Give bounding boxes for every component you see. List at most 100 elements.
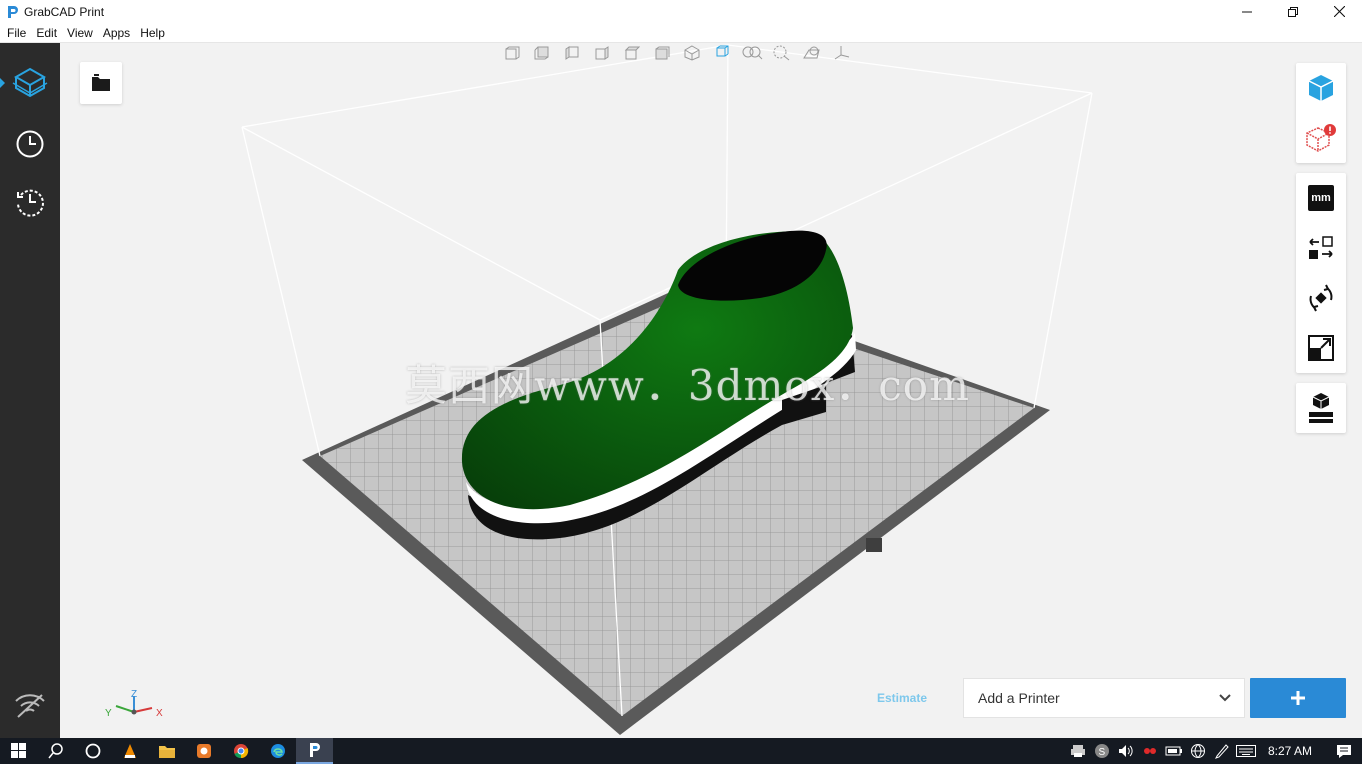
search-button[interactable] (37, 738, 74, 764)
battery-icon (1165, 746, 1182, 756)
keyboard-icon (1235, 745, 1256, 757)
zoom-selection-button[interactable] (767, 43, 797, 63)
close-icon (1333, 6, 1345, 17)
view-top-button[interactable] (617, 43, 647, 63)
view-front-button[interactable] (497, 43, 527, 63)
skype-icon: S (1094, 744, 1109, 758)
taskbar-app-orange[interactable] (185, 738, 222, 764)
edge-icon (270, 744, 285, 758)
chrome-icon (233, 744, 248, 759)
transform-panel: mm (1296, 173, 1346, 373)
sidebar-item-history[interactable] (0, 178, 60, 226)
printer-settings-panel (1296, 383, 1346, 433)
restore-button[interactable] (1270, 0, 1316, 23)
view-back-icon (534, 46, 549, 60)
app-orange-icon (196, 744, 211, 758)
window-title: GrabCAD Print (24, 4, 105, 19)
notification-icon (1337, 745, 1351, 758)
view-left-icon (565, 46, 579, 60)
model-view-cube-icon (1308, 75, 1334, 101)
printer-tray-icon (1070, 745, 1085, 757)
taskbar-chrome[interactable] (222, 738, 259, 764)
view-bottom-button[interactable] (647, 43, 677, 63)
plus-icon (1291, 691, 1305, 705)
view-perspective-icon (716, 45, 729, 57)
rotate-button[interactable] (1296, 273, 1346, 323)
view-left-button[interactable] (557, 43, 587, 63)
view-perspective-button[interactable] (707, 43, 737, 63)
vlc-icon (123, 744, 136, 758)
zoom-fit-button[interactable] (737, 43, 767, 63)
taskbar-edge[interactable] (259, 738, 296, 764)
rotate-icon (1309, 284, 1333, 312)
tray-network[interactable] (1186, 738, 1210, 764)
sidebar-item-network[interactable] (0, 681, 60, 729)
axis-button[interactable] (827, 43, 857, 63)
model-panel (1296, 63, 1346, 163)
action-center-button[interactable] (1326, 738, 1362, 764)
printer-settings-button[interactable] (1296, 383, 1346, 433)
view-right-icon (595, 46, 609, 60)
file-explorer-icon (158, 746, 175, 758)
left-sidebar (0, 43, 60, 738)
add-button[interactable] (1250, 678, 1346, 718)
tray-keyboard[interactable] (1234, 738, 1258, 764)
scale-icon (1308, 335, 1334, 361)
units-label: mm (1311, 192, 1331, 204)
cortana-button[interactable] (74, 738, 111, 764)
taskbar-vlc[interactable] (111, 738, 148, 764)
axis-icon (834, 46, 850, 60)
move-button[interactable] (1296, 223, 1346, 273)
scale-button[interactable] (1296, 323, 1346, 373)
menu-edit[interactable]: Edit (31, 26, 62, 40)
network-icon (1190, 744, 1205, 758)
open-file-button[interactable] (80, 62, 122, 104)
close-button[interactable] (1316, 0, 1362, 23)
sidebar-item-prepare[interactable] (0, 59, 60, 107)
view-top-icon (624, 46, 640, 60)
start-button[interactable] (0, 738, 37, 764)
tray-app-red[interactable] (1138, 738, 1162, 764)
shadow-button[interactable] (797, 43, 827, 63)
view-front-icon (505, 46, 520, 60)
grabcad-logo-icon (8, 5, 18, 18)
estimate-link[interactable]: Estimate (877, 691, 927, 705)
folder-icon (92, 74, 110, 91)
minimize-button[interactable] (1224, 0, 1270, 23)
watermark-text: 莫西网www．3dmox．com (405, 361, 970, 410)
wifi-off-icon (15, 694, 45, 718)
menu-file[interactable]: File (2, 26, 31, 40)
minimize-icon (1242, 11, 1252, 12)
menu-apps[interactable]: Apps (98, 26, 135, 40)
units-button[interactable]: mm (1296, 173, 1346, 223)
menu-help[interactable]: Help (135, 26, 170, 40)
axis-y-label: Y (105, 708, 112, 719)
svg-text:S: S (1098, 747, 1105, 758)
printer-select[interactable]: Add a Printer (963, 678, 1245, 718)
tray-skype[interactable]: S (1090, 738, 1114, 764)
tray-printer[interactable] (1066, 738, 1090, 764)
taskbar-clock[interactable]: 8:27 AM (1258, 744, 1326, 758)
zoom-selection-icon (773, 45, 790, 61)
view-back-button[interactable] (527, 43, 557, 63)
print-history-icon (17, 189, 44, 217)
cortana-icon (85, 743, 100, 759)
tray-volume[interactable] (1114, 738, 1138, 764)
units-mm-icon: mm (1308, 185, 1334, 211)
windows-start-icon (10, 743, 26, 758)
view-right-button[interactable] (587, 43, 617, 63)
view-iso-icon (684, 45, 700, 61)
zoom-fit-icon (742, 46, 763, 60)
menu-view[interactable]: View (62, 26, 98, 40)
model-warning-button[interactable] (1296, 113, 1346, 163)
tray-battery[interactable] (1162, 738, 1186, 764)
taskbar-file-explorer[interactable] (148, 738, 185, 764)
3d-viewport[interactable]: 莫西网www．3dmox．com (60, 43, 1362, 738)
tray-pen[interactable] (1210, 738, 1234, 764)
sidebar-item-queue[interactable] (0, 120, 60, 168)
printer-settings-icon (1309, 393, 1333, 423)
view-iso-button[interactable] (677, 43, 707, 63)
taskbar-grabcad-print[interactable] (296, 738, 333, 764)
chevron-down-icon (1219, 694, 1231, 702)
model-view-button[interactable] (1296, 63, 1346, 113)
